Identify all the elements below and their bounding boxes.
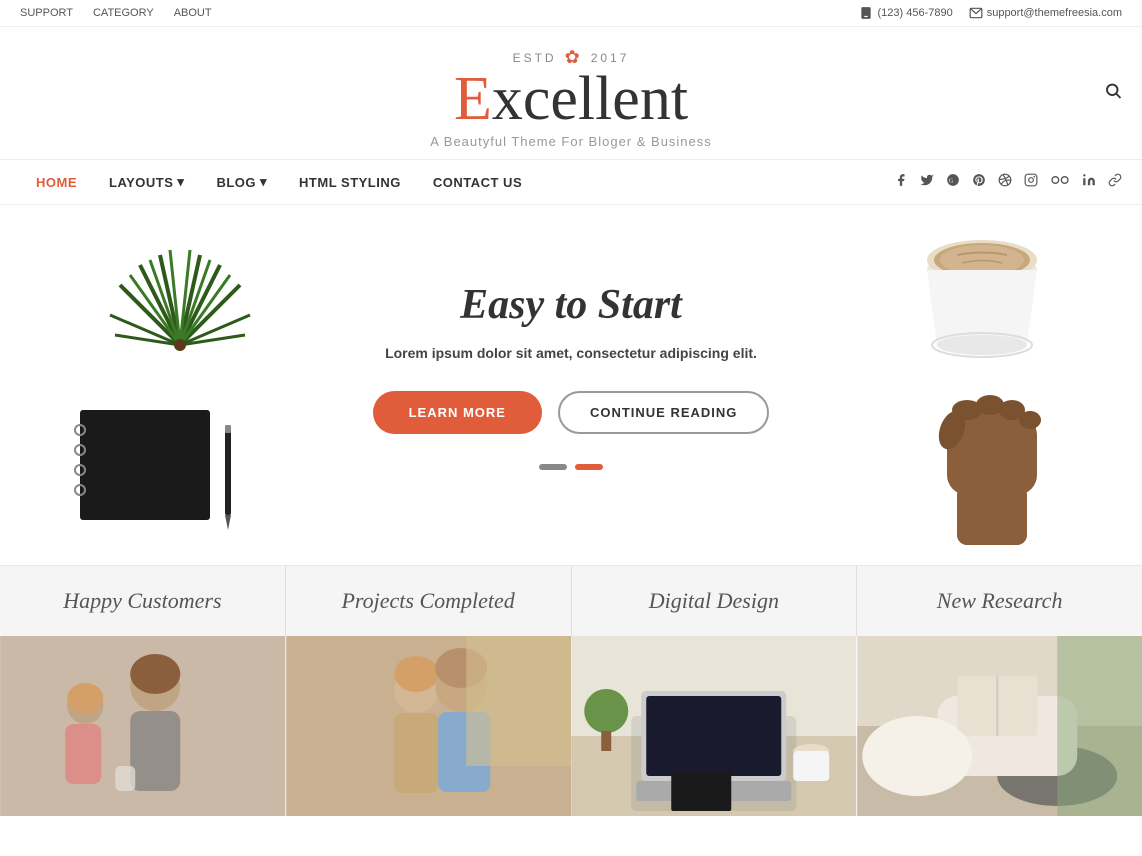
grid-item-3[interactable] — [571, 636, 857, 816]
hero-section: Easy to Start Lorem ipsum dolor sit amet… — [0, 205, 1142, 565]
linkedin-icon — [1082, 173, 1096, 187]
nav-social: G — [894, 173, 1122, 191]
coffee-decoration — [882, 215, 1082, 535]
pinterest-link[interactable] — [972, 173, 986, 191]
digital-design-image — [571, 636, 857, 816]
slider-dot-1[interactable] — [539, 464, 567, 470]
nav-blog[interactable]: BLOG ▾ — [200, 160, 283, 204]
email-icon — [969, 6, 983, 20]
twitter-icon — [920, 173, 934, 187]
flickr-link[interactable] — [1050, 173, 1070, 191]
stat-new-research: New Research — [857, 566, 1142, 636]
hero-buttons: LEARN MORE CONTINUE READING — [373, 391, 770, 434]
notebook-decoration — [60, 405, 240, 525]
email-address: support@themefreesia.com — [987, 7, 1122, 19]
nav-contact[interactable]: CONTACT US — [417, 160, 538, 204]
facebook-icon — [894, 173, 908, 187]
hero-content: Easy to Start Lorem ipsum dolor sit amet… — [373, 281, 770, 434]
top-bar-contact: (123) 456-7890 support@themefreesia.com — [859, 6, 1122, 20]
email-info: support@themefreesia.com — [969, 6, 1122, 20]
stat-happy-customers: Happy Customers — [0, 566, 286, 636]
site-logo[interactable]: Excellent — [454, 68, 688, 130]
projects-completed-image — [286, 636, 572, 816]
pinterest-icon — [972, 173, 986, 187]
about-link[interactable]: ABOUT — [174, 7, 212, 19]
dropdown-icon: ▾ — [177, 174, 184, 190]
plant-decoration — [100, 225, 260, 385]
top-bar-links: SUPPORT CATEGORY ABOUT — [20, 7, 212, 19]
dribbble-link[interactable] — [998, 173, 1012, 191]
main-nav: HOME LAYOUTS ▾ BLOG ▾ HTML STYLING CONTA… — [0, 159, 1142, 205]
chain-icon — [1108, 173, 1122, 187]
continue-reading-button[interactable]: CONTINUE READING — [558, 391, 769, 434]
phone-number: (123) 456-7890 — [877, 7, 952, 19]
category-link[interactable]: CATEGORY — [93, 7, 154, 19]
plant-svg — [100, 225, 260, 385]
estd-label: ESTD — [513, 51, 557, 65]
nav-home[interactable]: HOME — [20, 160, 93, 204]
happy-customers-image — [0, 636, 286, 816]
notebook-svg — [60, 405, 260, 535]
grid-item-1[interactable] — [0, 636, 286, 816]
site-header: ESTD ✿ 2017 Excellent A Beautyful Theme … — [0, 27, 1142, 159]
learn-more-button[interactable]: LEARN MORE — [373, 391, 542, 434]
google-link[interactable]: G — [946, 173, 960, 191]
dribbble-icon — [998, 173, 1012, 187]
twitter-link[interactable] — [920, 173, 934, 191]
estd-year: 2017 — [591, 51, 630, 65]
site-tagline: A Beautyful Theme For Bloger & Business — [430, 134, 712, 149]
dropdown-icon-blog: ▾ — [260, 174, 267, 190]
hero-title: Easy to Start — [373, 281, 770, 329]
flickr-icon — [1050, 173, 1070, 187]
coffee-svg — [882, 215, 1102, 555]
nav-html-styling[interactable]: HTML STYLING — [283, 160, 417, 204]
facebook-link[interactable] — [894, 173, 908, 191]
linkedin-link[interactable] — [1082, 173, 1096, 191]
slider-dots — [539, 464, 603, 470]
phone-icon — [859, 6, 873, 20]
instagram-link[interactable] — [1024, 173, 1038, 191]
stats-bar: Happy Customers Projects Completed Digit… — [0, 565, 1142, 636]
phone-info: (123) 456-7890 — [859, 6, 952, 20]
chain-link[interactable] — [1108, 173, 1122, 191]
search-icon — [1104, 82, 1122, 100]
logo-first-letter: E — [454, 65, 492, 133]
stat-digital-design: Digital Design — [572, 566, 858, 636]
stat-projects-completed: Projects Completed — [286, 566, 572, 636]
hero-subtitle: Lorem ipsum dolor sit amet, consectetur … — [373, 345, 770, 361]
slider-dot-2[interactable] — [575, 464, 603, 470]
search-button[interactable] — [1104, 82, 1122, 105]
nav-layouts[interactable]: LAYOUTS ▾ — [93, 160, 200, 204]
nav-links: HOME LAYOUTS ▾ BLOG ▾ HTML STYLING CONTA… — [20, 160, 538, 204]
top-bar: SUPPORT CATEGORY ABOUT (123) 456-7890 su… — [0, 0, 1142, 27]
support-link[interactable]: SUPPORT — [20, 7, 73, 19]
grid-item-4[interactable] — [857, 636, 1142, 816]
new-research-image — [857, 636, 1142, 816]
google-icon: G — [946, 173, 960, 187]
image-grid — [0, 636, 1142, 816]
instagram-icon — [1024, 173, 1038, 187]
grid-item-2[interactable] — [286, 636, 572, 816]
logo-rest: xcellent — [492, 65, 688, 133]
